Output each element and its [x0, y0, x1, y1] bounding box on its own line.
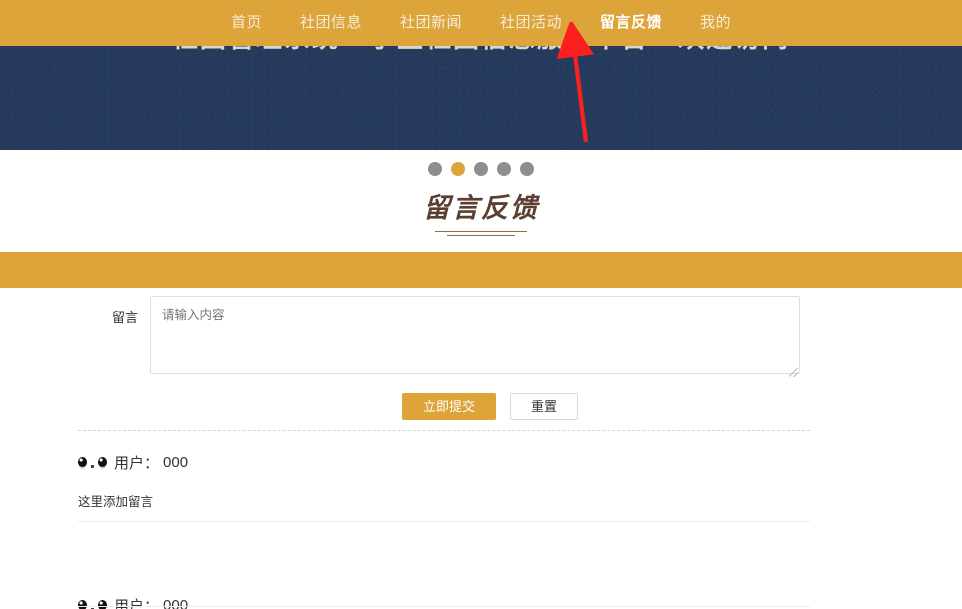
divider-below-comments: [78, 606, 810, 607]
divider-below-form: [78, 430, 810, 431]
dot-4: [497, 162, 511, 176]
comment-header-1: 用户： 000: [78, 450, 962, 474]
hero-banner: 社团管理系统 · 学生社团信息服务平台 · 欢迎访问: [0, 38, 962, 150]
resize-grip-icon[interactable]: [789, 368, 798, 377]
message-field-row: 留言: [0, 296, 962, 379]
user-emoji-icon: [78, 600, 107, 609]
comment-body-1: 这里添加留言: [78, 495, 154, 509]
reset-button[interactable]: 重置: [510, 393, 579, 420]
title-underline: [0, 231, 962, 236]
title-rule-lower: [447, 235, 515, 236]
feedback-form: 留言 立即提交 重置: [0, 296, 962, 420]
nav-item-feedback[interactable]: 留言反馈: [581, 0, 681, 46]
nav-list: 首页 社团信息 社团新闻 社团活动 留言反馈 我的: [212, 0, 750, 46]
dot-2-active: [451, 162, 465, 176]
dot-1: [428, 162, 442, 176]
decorative-dots: [0, 162, 962, 176]
user-emoji-icon: [78, 457, 107, 468]
top-navbar: 首页 社团信息 社团新闻 社团活动 留言反馈 我的: [0, 0, 962, 46]
page-title: 留言反馈: [423, 193, 539, 223]
comment-user-name-2: 000: [163, 596, 189, 609]
nav-item-mine[interactable]: 我的: [681, 0, 750, 46]
nav-item-home[interactable]: 首页: [212, 0, 281, 46]
comment-item-1: 用户： 000 这里添加留言: [0, 450, 962, 510]
comment-list: 用户： 000 这里添加留言 用户： 000 管理员回复后会在这里显示: [0, 450, 962, 609]
dot-5: [520, 162, 534, 176]
section-title-block: 留言反馈: [0, 150, 962, 236]
nav-item-club-activities[interactable]: 社团活动: [481, 0, 581, 46]
dot-3: [474, 162, 488, 176]
nav-item-club-news[interactable]: 社团新闻: [381, 0, 481, 46]
divider-between-comments: [78, 521, 810, 522]
message-label: 留言: [111, 310, 138, 325]
page-root: 社团管理系统 · 学生社团信息服务平台 · 欢迎访问 首页 社团信息 社团新闻 …: [0, 0, 962, 609]
comment-user-name-1: 000: [163, 453, 189, 471]
message-textarea[interactable]: [150, 296, 800, 374]
gold-divider-bar: [0, 252, 962, 288]
nav-item-club-info[interactable]: 社团信息: [281, 0, 381, 46]
form-button-row: 立即提交 重置: [0, 393, 962, 420]
submit-button[interactable]: 立即提交: [401, 393, 496, 420]
comment-user-label-1: 用户：: [114, 454, 160, 472]
title-rule-upper: [435, 231, 527, 232]
